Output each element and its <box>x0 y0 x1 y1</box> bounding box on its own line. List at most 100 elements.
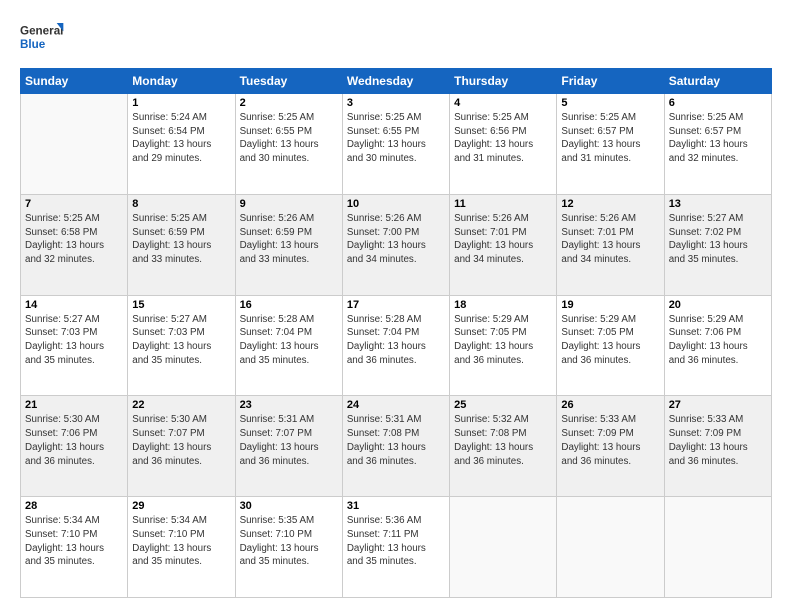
week-row-4: 28Sunrise: 5:34 AMSunset: 7:10 PMDayligh… <box>21 497 772 598</box>
week-row-3: 21Sunrise: 5:30 AMSunset: 7:06 PMDayligh… <box>21 396 772 497</box>
calendar-cell: 16 Sunrise: 5:28 AMSunset: 7:04 PMDayligh… <box>235 295 342 396</box>
day-number: 12 <box>561 198 659 210</box>
calendar-cell: 8 Sunrise: 5:25 AMSunset: 6:59 PMDaylight… <box>128 194 235 295</box>
day-info: Sunrise: 5:36 AMSunset: 7:11 PMDaylight:… <box>347 514 445 569</box>
day-info: Sunrise: 5:25 AMSunset: 6:57 PMDaylight:… <box>669 111 767 166</box>
day-number: 16 <box>240 299 338 311</box>
svg-text:Blue: Blue <box>20 38 46 51</box>
calendar-cell: 5Sunrise: 5:25 AMSunset: 6:57 PMDaylight… <box>557 94 664 195</box>
calendar-cell <box>21 94 128 195</box>
calendar-page: GeneralBlue SundayMondayTuesdayWednesday… <box>0 0 792 612</box>
day-number: 3 <box>347 97 445 109</box>
day-number: 27 <box>669 399 767 411</box>
day-info: Sunrise: 5:35 AMSunset: 7:10 PMDaylight:… <box>240 514 338 569</box>
calendar-cell: 12 Sunrise: 5:26 AMSunset: 7:01 PMDayligh… <box>557 194 664 295</box>
calendar-cell: 10 Sunrise: 5:26 AMSunset: 7:00 PMDayligh… <box>342 194 449 295</box>
day-info: Sunrise: 5:25 AMSunset: 6:56 PMDaylight:… <box>454 111 552 166</box>
calendar-cell: 3 Sunrise: 5:25 AMSunset: 6:55 PMDaylight… <box>342 94 449 195</box>
day-info: Sunrise: 5:25 AMSunset: 6:57 PMDaylight:… <box>561 111 659 166</box>
calendar-cell <box>557 497 664 598</box>
day-number: 22 <box>132 399 230 411</box>
day-number: 21 <box>25 399 123 411</box>
calendar-cell: 7 Sunrise: 5:25 AMSunset: 6:58 PMDaylight… <box>21 194 128 295</box>
calendar-cell: 31 Sunrise: 5:36 AMSunset: 7:11 PMDayligh… <box>342 497 449 598</box>
weekday-header-sunday: Sunday <box>21 69 128 94</box>
day-info: Sunrise: 5:26 AMSunset: 7:00 PMDaylight:… <box>347 212 445 267</box>
day-number: 6 <box>669 97 767 109</box>
week-row-1: 7 Sunrise: 5:25 AMSunset: 6:58 PMDaylight… <box>21 194 772 295</box>
calendar-cell: 1Sunrise: 5:24 AMSunset: 6:54 PMDaylight… <box>128 94 235 195</box>
day-info: Sunrise: 5:29 AMSunset: 7:05 PMDaylight:… <box>561 313 659 368</box>
day-info: Sunrise: 5:26 AMSunset: 7:01 PMDaylight:… <box>454 212 552 267</box>
logo-svg: GeneralBlue <box>20 18 70 58</box>
calendar-cell: 30Sunrise: 5:35 AMSunset: 7:10 PMDayligh… <box>235 497 342 598</box>
calendar-cell: 18Sunrise: 5:29 AMSunset: 7:05 PMDayligh… <box>450 295 557 396</box>
day-info: Sunrise: 5:28 AMSunset: 7:04 PMDaylight:… <box>347 313 445 368</box>
calendar-cell <box>664 497 771 598</box>
calendar-cell: 13 Sunrise: 5:27 AMSunset: 7:02 PMDayligh… <box>664 194 771 295</box>
calendar-cell: 26 Sunrise: 5:33 AMSunset: 7:09 PMDayligh… <box>557 396 664 497</box>
calendar-cell: 21Sunrise: 5:30 AMSunset: 7:06 PMDayligh… <box>21 396 128 497</box>
svg-text:General: General <box>20 25 63 38</box>
weekday-header-friday: Friday <box>557 69 664 94</box>
calendar-table: SundayMondayTuesdayWednesdayThursdayFrid… <box>20 68 772 598</box>
day-info: Sunrise: 5:25 AMSunset: 6:58 PMDaylight:… <box>25 212 123 267</box>
calendar-cell: 2 Sunrise: 5:25 AMSunset: 6:55 PMDaylight… <box>235 94 342 195</box>
calendar-cell: 23 Sunrise: 5:31 AMSunset: 7:07 PMDayligh… <box>235 396 342 497</box>
day-number: 23 <box>240 399 338 411</box>
day-number: 7 <box>25 198 123 210</box>
calendar-cell: 28Sunrise: 5:34 AMSunset: 7:10 PMDayligh… <box>21 497 128 598</box>
calendar-cell: 29Sunrise: 5:34 AMSunset: 7:10 PMDayligh… <box>128 497 235 598</box>
day-info: Sunrise: 5:30 AMSunset: 7:07 PMDaylight:… <box>132 413 230 468</box>
day-number: 9 <box>240 198 338 210</box>
day-number: 4 <box>454 97 552 109</box>
header: GeneralBlue <box>20 18 772 58</box>
day-number: 26 <box>561 399 659 411</box>
day-info: Sunrise: 5:28 AMSunset: 7:04 PMDaylight:… <box>240 313 338 368</box>
day-info: Sunrise: 5:25 AMSunset: 6:55 PMDaylight:… <box>240 111 338 166</box>
weekday-header-saturday: Saturday <box>664 69 771 94</box>
day-number: 13 <box>669 198 767 210</box>
day-info: Sunrise: 5:31 AMSunset: 7:07 PMDaylight:… <box>240 413 338 468</box>
day-number: 10 <box>347 198 445 210</box>
day-number: 11 <box>454 198 552 210</box>
day-info: Sunrise: 5:25 AMSunset: 6:59 PMDaylight:… <box>132 212 230 267</box>
calendar-cell: 9 Sunrise: 5:26 AMSunset: 6:59 PMDaylight… <box>235 194 342 295</box>
calendar-cell: 22 Sunrise: 5:30 AMSunset: 7:07 PMDayligh… <box>128 396 235 497</box>
weekday-header-wednesday: Wednesday <box>342 69 449 94</box>
day-number: 14 <box>25 299 123 311</box>
week-row-2: 14 Sunrise: 5:27 AMSunset: 7:03 PMDayligh… <box>21 295 772 396</box>
calendar-cell: 27 Sunrise: 5:33 AMSunset: 7:09 PMDayligh… <box>664 396 771 497</box>
weekday-header-monday: Monday <box>128 69 235 94</box>
day-info: Sunrise: 5:33 AMSunset: 7:09 PMDaylight:… <box>561 413 659 468</box>
day-number: 31 <box>347 500 445 512</box>
calendar-cell: 4 Sunrise: 5:25 AMSunset: 6:56 PMDaylight… <box>450 94 557 195</box>
week-row-0: 1Sunrise: 5:24 AMSunset: 6:54 PMDaylight… <box>21 94 772 195</box>
day-info: Sunrise: 5:26 AMSunset: 7:01 PMDaylight:… <box>561 212 659 267</box>
day-info: Sunrise: 5:26 AMSunset: 6:59 PMDaylight:… <box>240 212 338 267</box>
day-info: Sunrise: 5:25 AMSunset: 6:55 PMDaylight:… <box>347 111 445 166</box>
calendar-cell: 15Sunrise: 5:27 AMSunset: 7:03 PMDayligh… <box>128 295 235 396</box>
weekday-header-tuesday: Tuesday <box>235 69 342 94</box>
day-number: 29 <box>132 500 230 512</box>
day-number: 8 <box>132 198 230 210</box>
day-number: 2 <box>240 97 338 109</box>
day-info: Sunrise: 5:27 AMSunset: 7:02 PMDaylight:… <box>669 212 767 267</box>
calendar-cell: 24Sunrise: 5:31 AMSunset: 7:08 PMDayligh… <box>342 396 449 497</box>
calendar-cell: 25Sunrise: 5:32 AMSunset: 7:08 PMDayligh… <box>450 396 557 497</box>
calendar-cell: 19 Sunrise: 5:29 AMSunset: 7:05 PMDayligh… <box>557 295 664 396</box>
calendar-cell: 14 Sunrise: 5:27 AMSunset: 7:03 PMDayligh… <box>21 295 128 396</box>
calendar-cell: 17 Sunrise: 5:28 AMSunset: 7:04 PMDayligh… <box>342 295 449 396</box>
calendar-cell: 11 Sunrise: 5:26 AMSunset: 7:01 PMDayligh… <box>450 194 557 295</box>
day-info: Sunrise: 5:27 AMSunset: 7:03 PMDaylight:… <box>25 313 123 368</box>
day-number: 19 <box>561 299 659 311</box>
day-number: 28 <box>25 500 123 512</box>
day-number: 20 <box>669 299 767 311</box>
day-number: 17 <box>347 299 445 311</box>
day-number: 1 <box>132 97 230 109</box>
day-number: 25 <box>454 399 552 411</box>
calendar-cell <box>450 497 557 598</box>
day-info: Sunrise: 5:29 AMSunset: 7:06 PMDaylight:… <box>669 313 767 368</box>
day-info: Sunrise: 5:33 AMSunset: 7:09 PMDaylight:… <box>669 413 767 468</box>
day-number: 24 <box>347 399 445 411</box>
